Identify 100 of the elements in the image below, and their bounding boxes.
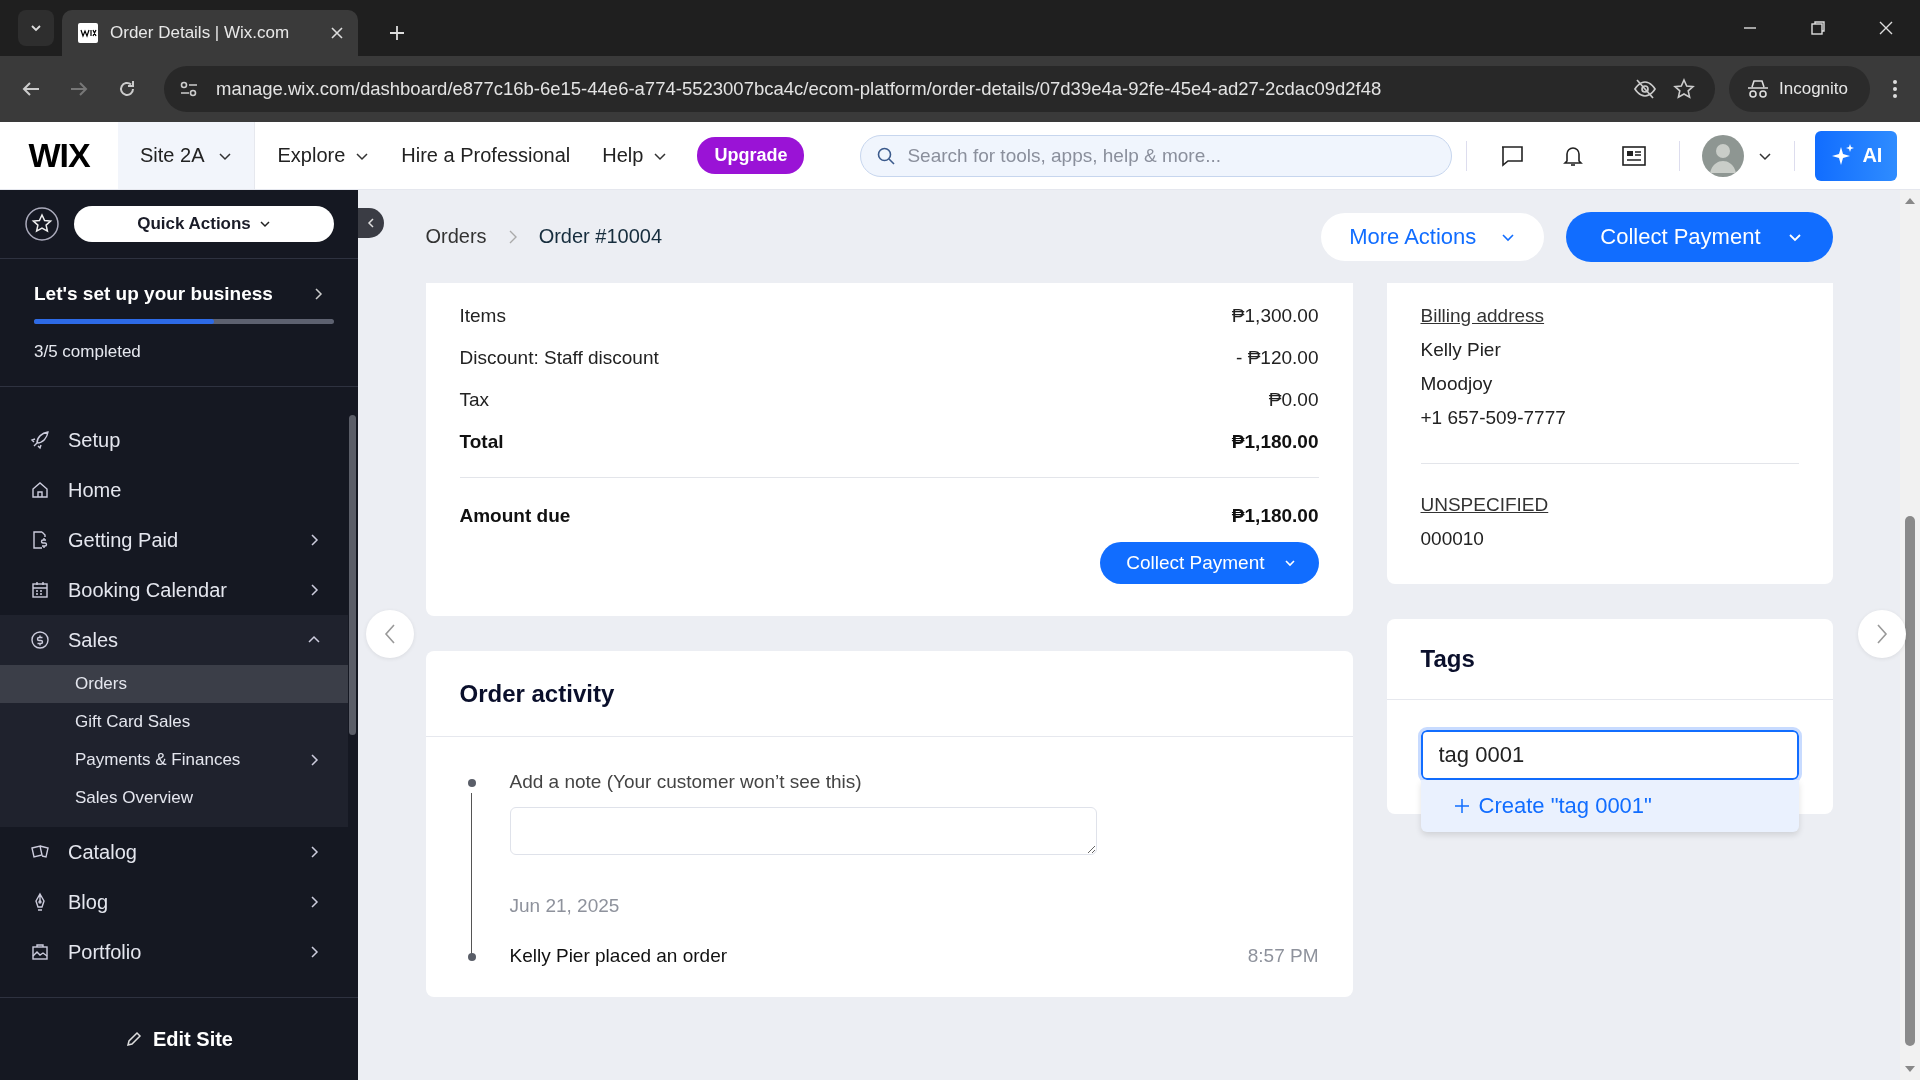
sidebar-item[interactable]: Getting Paid	[0, 515, 348, 565]
activity-text: Kelly Pier placed an order	[509, 945, 729, 967]
url-text: manage.wix.com/dashboard/e877c16b-6e15-44e6-a774-5523007bca4c/ecom-platform/order-details/07d39e4a-92fe-45e4-ad27-2cdac09d2f48	[216, 78, 1382, 100]
receipt-icon	[30, 530, 50, 550]
news-icon[interactable]	[1621, 143, 1648, 168]
chevron-icon	[308, 533, 320, 547]
scrollbar-thumb[interactable]	[1905, 516, 1915, 1046]
calendar-icon	[30, 580, 50, 600]
summary-amount: ₱1,300.00	[1231, 305, 1319, 327]
summary-amount: ₱0.00	[1268, 389, 1319, 411]
upgrade-button[interactable]: Upgrade	[697, 137, 805, 174]
next-order-button[interactable]	[1858, 610, 1906, 658]
sidebar-item[interactable]: Home	[0, 465, 348, 515]
bookmark-star-icon[interactable]	[1673, 78, 1695, 100]
setup-progress-card[interactable]: Let's set up your business 3/5 completed	[0, 259, 358, 387]
card-title: Tags	[1420, 645, 1475, 673]
card-title: Order activity	[459, 679, 615, 708]
address-line: Moodjoy	[1420, 373, 1494, 395]
sidebar-item[interactable]: Catalog	[0, 827, 348, 877]
account-menu[interactable]	[1702, 134, 1773, 177]
sidebar-subitem[interactable]: Payments & Finances	[0, 741, 348, 779]
summary-label: Total	[459, 431, 504, 453]
collect-payment-button[interactable]: Collect Payment	[1100, 542, 1319, 584]
tab-title: Order Details | Wix.com	[110, 23, 291, 43]
create-tag-option[interactable]: Create "tag 0001"	[1420, 780, 1799, 832]
chevron-right-icon	[312, 287, 324, 301]
avatar-icon	[1702, 134, 1745, 177]
summary-label: Amount due	[459, 505, 571, 527]
timeline-dot	[467, 779, 476, 787]
chevron-icon	[308, 845, 320, 859]
new-tab-icon[interactable]	[388, 24, 406, 42]
incognito-icon	[1747, 79, 1769, 99]
field-heading[interactable]: UNSPECIFIED	[1420, 494, 1799, 516]
sidebar-item[interactable]: Booking Calendar	[0, 565, 348, 615]
scroll-up-icon[interactable]	[1904, 196, 1916, 206]
field-value: 000010	[1420, 528, 1485, 550]
house-icon	[30, 480, 50, 500]
chevron-down-icon	[258, 218, 271, 230]
close-icon[interactable]	[1878, 20, 1894, 36]
timeline-dot	[467, 953, 476, 961]
activity-date: Jun 21, 2025	[509, 895, 621, 917]
chevron-right-icon	[1875, 623, 1889, 645]
site-favicon-icon	[78, 23, 98, 43]
summary-amount: ₱1,180.00	[1231, 431, 1319, 453]
progress-text: 3/5 completed	[34, 342, 142, 362]
sidebar-subitem[interactable]: Gift Card Sales	[0, 703, 348, 741]
plus-icon	[1452, 797, 1471, 815]
chevron-icon	[308, 895, 320, 909]
site-selector[interactable]: Site 2A	[118, 122, 256, 189]
scroll-down-icon[interactable]	[1904, 1064, 1916, 1074]
address-bar[interactable]: manage.wix.com/dashboard/e877c16b-6e15-44e6-a774-5523007bca4c/ecom-platform/order-details/07d39e4a-92fe-45e4-ad27-2cdac09d2f48	[164, 66, 1715, 112]
edit-site-button[interactable]: Edit Site	[119, 1026, 239, 1052]
wix-logo[interactable]: WIX	[0, 136, 118, 175]
sidebar-item[interactable]: Portfolio	[0, 927, 348, 977]
chevron-left-icon	[383, 623, 397, 645]
search-field[interactable]: Search for tools, apps, help & more...	[860, 134, 1453, 177]
top-nav-item[interactable]: Hire a Professional	[401, 144, 571, 167]
summary-label: Tax	[459, 389, 490, 411]
sidebar-item[interactable]: Blog	[0, 877, 348, 927]
sidebar-item[interactable]: Setup	[0, 415, 348, 465]
ai-button[interactable]: AI	[1815, 130, 1898, 181]
summary-amount: - ₱120.00	[1236, 347, 1319, 369]
more-actions-button[interactable]: More Actions	[1321, 212, 1545, 261]
incognito-badge[interactable]: Incognito	[1729, 66, 1870, 112]
pencil-icon	[125, 1030, 143, 1048]
collapse-sidebar-button[interactable]	[358, 208, 384, 238]
note-label: Add a note (Your customer won’t see this)	[509, 771, 863, 793]
collect-payment-button[interactable]: Collect Payment	[1566, 211, 1833, 262]
chevron-right-icon	[308, 753, 320, 767]
breadcrumb-link[interactable]: Orders	[425, 225, 487, 248]
activity-time: 8:57 PM	[1247, 945, 1319, 967]
dollar-circle-icon	[30, 630, 50, 650]
chevron-icon	[308, 583, 320, 597]
restore-icon[interactable]	[1810, 20, 1826, 36]
search-icon	[876, 145, 897, 166]
scrollbar-thumb[interactable]	[349, 415, 356, 735]
sidebar-subitem[interactable]: Sales Overview	[0, 779, 348, 817]
summary-amount: ₱1,180.00	[1231, 505, 1319, 527]
page-title: Order #10004	[538, 225, 663, 248]
top-nav-item[interactable]: Explore	[277, 144, 370, 167]
eye-slash-icon[interactable]	[1633, 78, 1657, 100]
chevron-icon	[308, 945, 320, 959]
address-line: +1 657-509-7777	[1420, 407, 1567, 429]
address-line: Kelly Pier	[1420, 339, 1502, 361]
sidebar-item[interactable]: Sales	[0, 615, 348, 665]
close-tab-icon[interactable]	[330, 26, 344, 40]
browser-tab[interactable]: Order Details | Wix.com	[62, 10, 358, 56]
rocket-icon	[30, 430, 50, 450]
chevron-left-icon	[366, 217, 376, 229]
top-nav-item[interactable]: Help	[602, 144, 668, 167]
note-field[interactable]	[509, 807, 1097, 855]
tag-input-field[interactable]: tag 0001	[1420, 730, 1799, 780]
summary-label: Discount: Staff discount	[459, 347, 659, 369]
browser-menu-icon[interactable]	[1892, 79, 1898, 99]
chat-icon[interactable]	[1499, 143, 1526, 168]
billing-address-heading[interactable]: Billing address	[1420, 305, 1799, 327]
sidebar-subitem[interactable]: Orders	[0, 665, 348, 703]
summary-label: Items	[459, 305, 506, 327]
quick-actions-button[interactable]: Quick Actions	[74, 206, 334, 242]
framed-picture-icon	[30, 942, 50, 962]
